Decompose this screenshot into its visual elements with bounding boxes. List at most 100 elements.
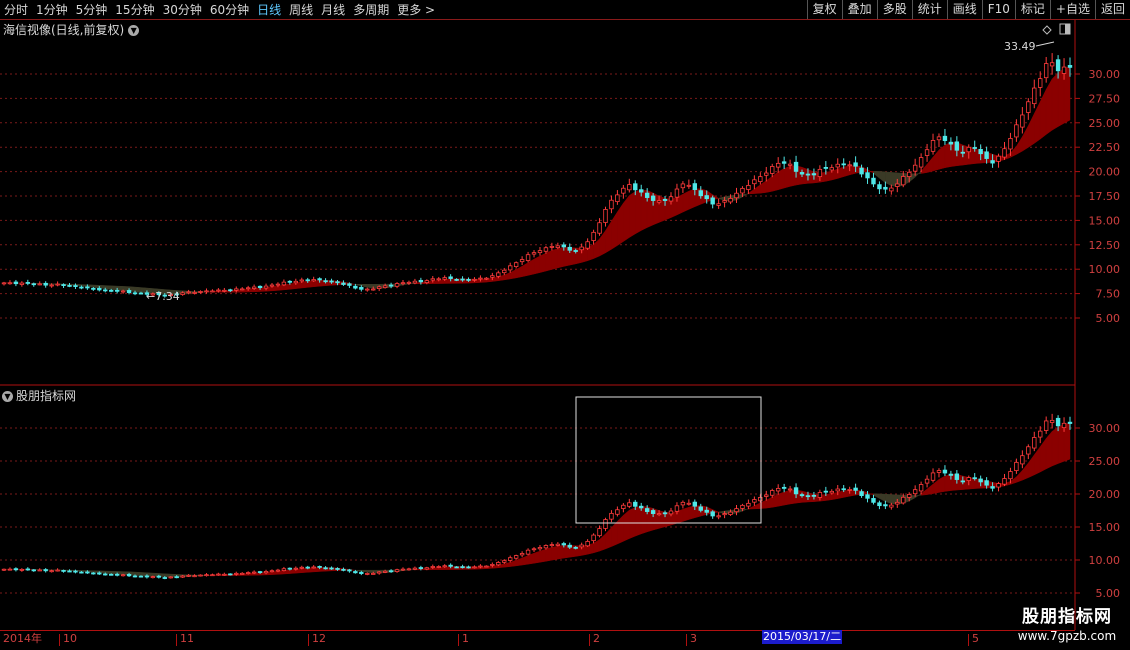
candle-body [132,292,138,295]
ma-ribbon-segment [509,269,517,280]
candle-body [1055,417,1061,427]
ma-ribbon-segment [367,284,374,289]
candle-body [156,575,162,578]
candle-body [877,502,882,507]
ma-ribbon-segment [885,493,892,504]
candle-body [138,575,144,578]
candle-body [930,472,936,481]
main-panel-title-wrap: 海信视像(日线,前复权) ▼ [3,21,140,38]
ma-ribbon-segment [742,508,749,512]
candle-body [79,571,84,574]
ma-ribbon-segment [599,533,606,552]
candle-body [490,275,495,278]
candle-body [31,283,36,286]
chevron-down-icon[interactable]: ▼ [2,391,13,402]
candle-body [817,492,823,498]
candle-body [662,512,668,515]
ma-ribbon-segment [849,489,856,497]
ma-ribbon-segment [783,489,791,506]
candle-body [621,187,626,194]
ma-ribbon-segment [771,493,779,508]
ma-ribbon-segment [521,262,529,277]
candle-body [442,277,447,280]
ma-ribbon-segment [557,247,565,269]
candle-body [764,172,769,176]
ma-ribbon-segment [289,282,297,290]
candle-body [382,570,388,573]
ma-ribbon-segment [355,284,362,287]
candle-body [853,162,858,167]
chart-canvas[interactable]: 30.0027.5025.0022.5020.0017.5015.0012.50… [0,0,1130,650]
ma-ribbon-segment [837,166,844,179]
ma-ribbon-segment [551,248,559,270]
candle-body [716,515,721,518]
candle-body [990,160,995,164]
ma-ribbon-segment [271,285,279,292]
candle-body [91,287,96,290]
y-tick-label: 7.50 [1096,288,1121,301]
candle-body [234,572,239,575]
candle-body [901,496,906,504]
candle-body [436,566,441,568]
y-tick-label: 25.00 [1089,117,1121,130]
ma-ribbon-segment [134,286,142,293]
candle-body [650,195,656,201]
ma-ribbon-segment [771,171,779,192]
ma-ribbon-segment [873,493,880,499]
candle-body [216,573,221,576]
candle-body [823,490,829,493]
candle-body [251,286,257,289]
candle-body [388,284,394,287]
candle-body [984,151,989,159]
candle-body [484,277,489,280]
ma-ribbon-segment [116,285,124,291]
candle-body [436,278,441,281]
ma-ribbon-segment [599,229,606,257]
chevron-down-icon[interactable]: ▼ [128,25,140,36]
candle-body [305,279,310,282]
date-axis-label: 2014年 [3,632,42,645]
ma-ribbon-segment [1016,135,1023,155]
candle-body [561,543,566,546]
candle-body [305,566,310,569]
candle-body [829,167,834,171]
candle-body [954,473,960,480]
candle-body [323,280,328,283]
ma-ribbon-segment [104,570,112,574]
ma-ribbon-segment [629,191,636,238]
candle-body [180,292,185,295]
candle-body [948,473,954,476]
candle-body [73,570,78,573]
ma-ribbon-segment [551,545,559,561]
candle-body [847,164,852,167]
candle-body [460,566,465,569]
candle-body [108,573,114,576]
candle-body [942,469,948,474]
candle-body [567,544,572,548]
candle-body [448,564,453,567]
candle-body [418,279,424,283]
candle-body [853,487,858,491]
candle-body [19,568,25,571]
candle-body [168,576,173,579]
candle-body [186,574,191,577]
candle-body [37,569,42,572]
ma-ribbon-segment [926,483,934,495]
ma-ribbon-segment [718,196,725,201]
candle-body [49,284,54,287]
candle-body [406,568,412,571]
candle-body [341,568,346,571]
candle-body [287,280,293,283]
candle-body [406,281,412,284]
ma-ribbon-segment [1028,454,1035,479]
candle-body [561,244,566,248]
candle-body [103,573,108,576]
candle-body [269,284,275,287]
candle-body [293,280,299,284]
candle-body [585,241,590,249]
candle-body [686,184,692,187]
candle-body [996,155,1001,162]
candle-body [484,565,489,568]
candle-body [728,511,733,515]
y-tick-label: 30.00 [1089,422,1121,435]
